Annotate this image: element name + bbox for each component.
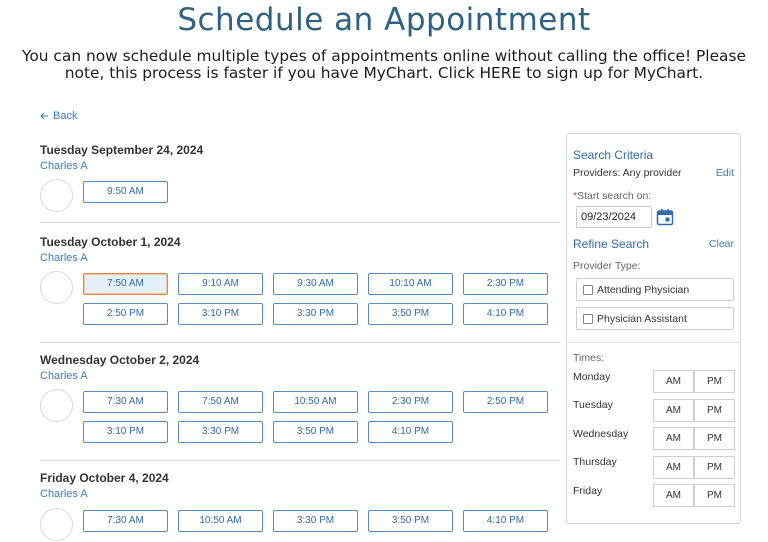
time-slot-button[interactable]: 9:50 AM <box>83 181 168 203</box>
time-slot-button[interactable]: 3:50 PM <box>273 421 358 443</box>
start-search-label: Start search on: <box>577 190 652 202</box>
start-date-input[interactable] <box>576 206 652 228</box>
checkbox[interactable] <box>583 313 593 324</box>
start-search-label-row: *Start search on: <box>573 190 651 202</box>
checkbox[interactable] <box>583 284 593 295</box>
provider-type-label: Provider Type: <box>573 260 641 272</box>
time-slot-button[interactable]: 3:50 PM <box>368 303 453 325</box>
provider-link[interactable]: Charles A <box>40 159 560 173</box>
times-label: Times: <box>573 352 605 364</box>
providers-value: Any provider <box>622 167 682 179</box>
wednesday-pm-button[interactable]: PM <box>694 427 735 450</box>
date-heading: Tuesday October 1, 2024 <box>40 235 181 249</box>
monday-am-button[interactable]: AM <box>653 370 694 393</box>
time-slot-button[interactable]: 10:50 AM <box>178 510 263 532</box>
back-link[interactable]: Back <box>40 110 77 122</box>
day-label-thursday: Thursday <box>573 456 617 468</box>
tuesday-pm-button[interactable]: PM <box>694 399 735 422</box>
time-slot-button[interactable]: 10:10 AM <box>368 273 453 295</box>
section-divider <box>40 460 560 461</box>
time-slot-button[interactable]: 10:50 AM <box>273 391 358 413</box>
provider-link[interactable]: Charles A <box>40 369 560 383</box>
date-section: Tuesday October 1, 2024 Charles A 7:50 A… <box>40 234 560 334</box>
tuesday-am-button[interactable]: AM <box>653 399 694 422</box>
provider-avatar <box>40 508 73 541</box>
providers-label: Providers: <box>573 167 621 179</box>
time-slot-button[interactable]: 2:50 PM <box>83 303 168 325</box>
edit-providers-link[interactable]: Edit <box>716 167 734 179</box>
day-label-monday: Monday <box>573 371 611 383</box>
clear-link[interactable]: Clear <box>709 238 734 250</box>
time-slot-button[interactable]: 2:30 PM <box>368 391 453 413</box>
back-label: Back <box>53 110 78 122</box>
time-slot-button[interactable]: 4:10 PM <box>368 421 453 443</box>
providers-row: Providers: Any provider <box>573 167 682 179</box>
day-label-wednesday: Wednesday <box>573 428 629 440</box>
refine-search-heading: Refine Search <box>573 237 650 251</box>
time-slot-button[interactable]: 7:50 AM <box>178 391 263 413</box>
provider-avatar <box>40 389 73 422</box>
thursday-am-button[interactable]: AM <box>653 456 694 479</box>
provider-type-checkbox[interactable]: Attending Physician <box>576 278 734 301</box>
friday-pm-button[interactable]: PM <box>694 484 735 507</box>
provider-avatar <box>40 179 73 212</box>
date-section: Wednesday October 2, 2024 Charles A 7:30… <box>40 352 560 452</box>
time-slot-button[interactable]: 9:30 AM <box>273 273 358 295</box>
time-slot-button[interactable]: 9:10 AM <box>178 273 263 295</box>
thursday-pm-button[interactable]: PM <box>694 456 735 479</box>
time-slot-button[interactable]: 3:30 PM <box>273 510 358 532</box>
date-heading: Tuesday September 24, 2024 <box>40 143 204 157</box>
date-section: Tuesday September 24, 2024 Charles A 9:5… <box>40 142 560 222</box>
arrow-left-icon <box>40 112 48 120</box>
time-slot-button[interactable]: 2:50 PM <box>463 391 548 413</box>
provider-type-label: Physician Assistant <box>597 312 687 325</box>
time-slot-button[interactable]: 3:10 PM <box>178 303 263 325</box>
day-label-friday: Friday <box>573 485 603 497</box>
search-criteria-heading: Search Criteria <box>573 148 654 162</box>
monday-pm-button[interactable]: PM <box>694 370 735 393</box>
calendar-icon[interactable] <box>656 208 674 226</box>
page-title: Schedule an Appointment <box>177 2 591 38</box>
time-slot-button[interactable]: 3:10 PM <box>83 421 168 443</box>
time-slot-button[interactable]: 2:30 PM <box>463 273 548 295</box>
day-label-tuesday: Tuesday <box>573 399 613 411</box>
time-slot-button[interactable]: 3:30 PM <box>273 303 358 325</box>
section-divider <box>40 342 560 343</box>
time-slot-button[interactable]: 7:30 AM <box>83 391 168 413</box>
date-heading: Wednesday October 2, 2024 <box>40 353 200 367</box>
provider-type-label: Attending Physician <box>597 283 690 296</box>
time-slot-button[interactable]: 7:30 AM <box>83 510 168 532</box>
search-sidebar: Search Criteria Providers: Any provider … <box>566 133 741 524</box>
time-slot-button[interactable]: 3:30 PM <box>178 421 263 443</box>
section-divider <box>40 222 560 223</box>
time-slot-button-selected[interactable]: 7:50 AM <box>83 273 168 295</box>
time-slot-button[interactable]: 3:50 PM <box>368 510 453 532</box>
provider-avatar <box>40 271 73 304</box>
intro-text: You can now schedule multiple types of a… <box>22 47 746 82</box>
provider-link[interactable]: Charles A <box>40 487 560 501</box>
time-slot-button[interactable]: 4:10 PM <box>463 303 548 325</box>
time-slot-button[interactable]: 4:10 PM <box>463 510 548 532</box>
provider-type-checkbox[interactable]: Physician Assistant <box>576 307 734 330</box>
provider-link[interactable]: Charles A <box>40 251 560 265</box>
date-heading: Friday October 4, 2024 <box>40 471 169 485</box>
wednesday-am-button[interactable]: AM <box>653 427 694 450</box>
sidebar-divider <box>567 342 740 343</box>
date-section: Friday October 4, 2024 Charles A 7:30 AM… <box>40 470 560 542</box>
friday-am-button[interactable]: AM <box>653 484 694 507</box>
